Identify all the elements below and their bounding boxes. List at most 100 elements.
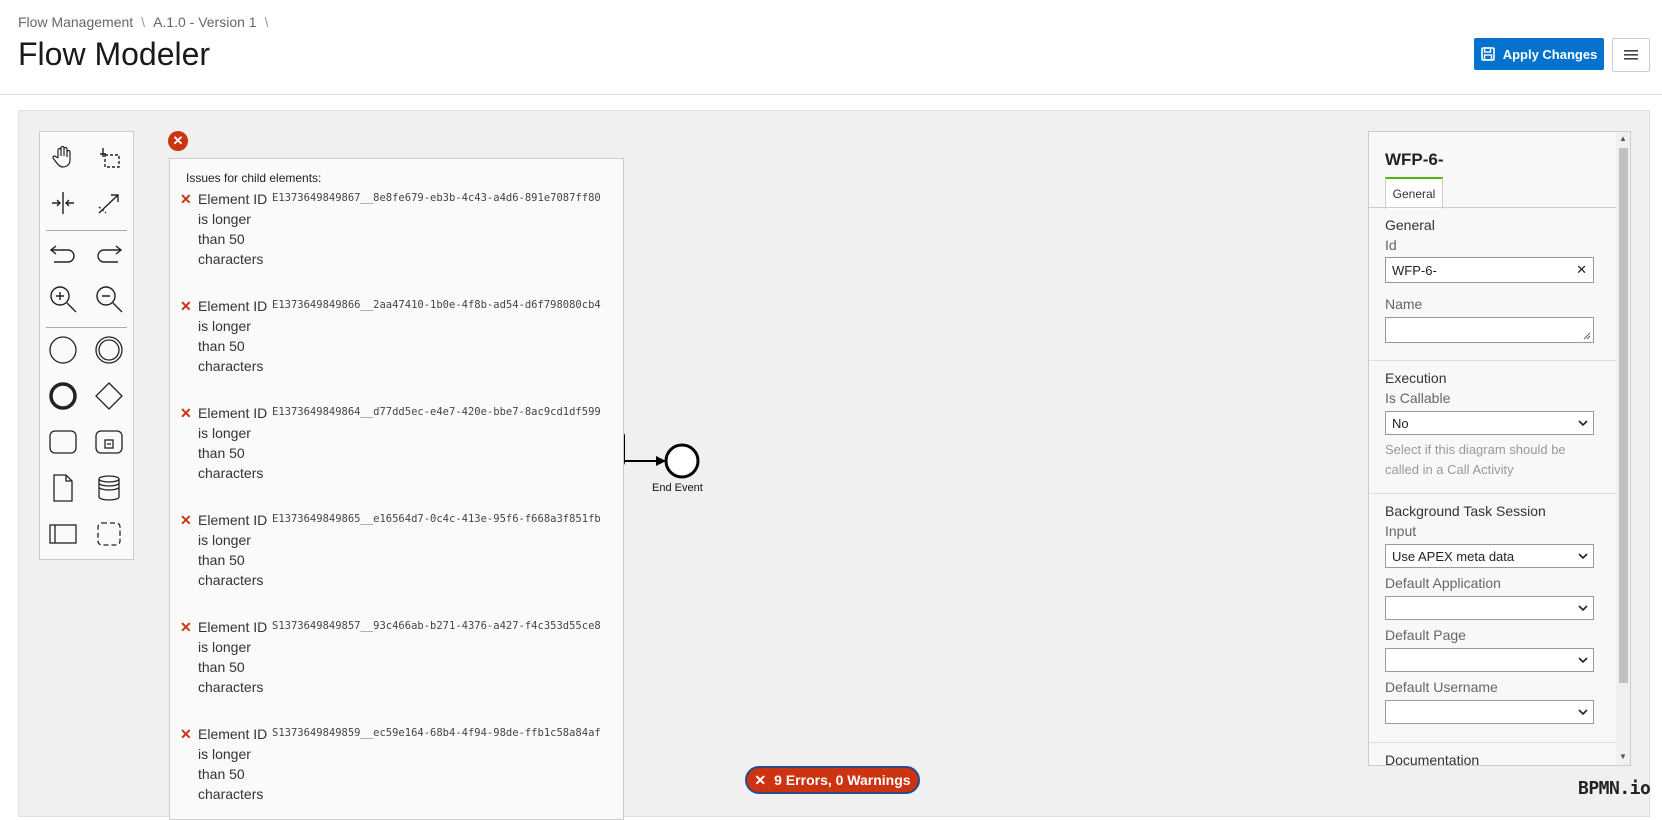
issue-item: ✕ Element ID is longer than 50 character… [180,724,620,819]
section-documentation-title: Documentation [1385,752,1480,766]
lasso-tool-icon[interactable] [92,140,126,174]
issues-heading: Issues for child elements: [186,171,322,185]
issue-element-id[interactable]: S1373649849857__93c466ab-b271-4376-a427-… [272,620,601,632]
issue-message: Element ID is longer than 50 characters [198,405,268,481]
is-callable-hint: Select if this diagram should be called … [1385,442,1566,477]
undo-icon[interactable] [46,236,80,270]
issue-item: ✕ Element ID is longer than 50 character… [180,296,620,403]
error-icon: ✕ [180,512,192,528]
issue-element-id[interactable]: S1373649849859__ec59e164-68b4-4f94-98de-… [272,727,601,739]
error-icon: ✕ [180,191,192,207]
error-marker-icon[interactable]: ✕ [168,131,188,151]
section-divider [1369,493,1616,494]
issue-message: Element ID is longer than 50 characters [198,619,268,695]
subprocess-icon[interactable] [92,425,126,459]
data-object-icon[interactable] [46,471,80,505]
pool-icon[interactable] [46,517,80,551]
hand-tool-icon[interactable] [46,140,80,174]
scrollbar-thumb[interactable] [1619,148,1628,683]
name-label: Name [1385,296,1423,312]
issues-panel: Issues for child elements: ✕ Element ID … [169,158,624,820]
apply-changes-label: Apply Changes [1502,46,1598,62]
chevron-down-icon [1578,657,1588,664]
input-select[interactable]: Use APEX meta data [1385,544,1594,568]
hamburger-icon [1624,50,1638,60]
breadcrumb-flow-management[interactable]: Flow Management [18,14,133,30]
issue-message: Element ID is longer than 50 characters [198,512,268,588]
zoom-out-icon[interactable] [92,282,126,316]
breadcrumb-separator: \ [264,14,269,30]
issue-element-id[interactable]: E1373649849864__d77dd5ec-e4e7-420e-bbe7-… [272,406,601,418]
issue-element-id[interactable]: E1373649849867__8e8fe679-eb3b-4c43-a4d6-… [272,192,601,204]
error-icon: ✕ [180,405,192,421]
tab-general[interactable]: General [1385,177,1443,209]
error-icon: ✕ [754,771,767,788]
space-tool-icon[interactable] [46,186,80,220]
default-page-select[interactable] [1385,648,1594,672]
actions-menu-button[interactable] [1612,38,1650,72]
section-execution-title: Execution [1385,370,1447,386]
issue-element-id[interactable]: E1373649849866__2aa47410-1b0e-4f8b-ad54-… [272,299,601,311]
chevron-down-icon [1578,420,1588,427]
chevron-down-icon [1578,709,1588,716]
input-label: Input [1385,523,1417,539]
breadcrumb-separator: \ [141,14,146,30]
redo-icon[interactable] [92,236,126,270]
apply-changes-button[interactable]: Apply Changes [1474,38,1604,70]
tab-underline [1369,207,1616,208]
default-application-select[interactable] [1385,596,1594,620]
properties-panel: WFP-6- General General Id WFP-6- ✕ Name … [1368,131,1631,766]
save-icon [1480,47,1495,61]
is-callable-label: Is Callable [1385,390,1451,406]
section-divider [1369,742,1616,743]
issue-element-id[interactable]: E1373649849865__e16564d7-0c4c-413e-95f6-… [272,513,601,525]
page-header: Flow Management \ A.1.0 - Version 1 \ Flow … [0,0,1662,95]
issue-item: ✕ Element ID is longer than 50 character… [180,403,620,510]
gateway-icon[interactable] [92,379,126,413]
page-title: Flow Modeler [18,36,211,72]
input-value: Use APEX meta data [1392,548,1515,564]
zoom-in-icon[interactable] [46,282,80,316]
breadcrumb-version[interactable]: A.1.0 - Version 1 [153,14,257,30]
issue-item: ✕ Element ID is longer than 50 character… [180,189,620,296]
breadcrumb: Flow Management \ A.1.0 - Version 1 \ [18,14,276,30]
id-label: Id [1385,237,1397,253]
validation-status-button[interactable]: ✕ 9 Errors, 0 Warnings [745,766,920,794]
default-username-label: Default Username [1385,679,1498,695]
resize-handle-icon[interactable] [1583,332,1591,340]
issue-message: Element ID is longer than 50 characters [198,298,268,374]
error-icon: ✕ [180,619,192,635]
name-field[interactable] [1385,317,1594,343]
global-connect-tool-icon[interactable] [92,186,126,220]
end-event-label: End Event [652,482,703,494]
start-event-icon[interactable] [46,333,80,367]
is-callable-select[interactable]: No [1385,411,1594,435]
properties-title: WFP-6- [1385,150,1444,169]
id-field[interactable]: WFP-6- ✕ [1385,257,1594,283]
issue-item: ✕ Element ID is longer than 50 character… [180,617,620,724]
clear-icon[interactable]: ✕ [1576,262,1587,278]
task-icon[interactable] [46,425,80,459]
properties-scrollbar[interactable]: ▲ ▼ [1616,132,1630,765]
scroll-up-icon[interactable]: ▲ [1619,134,1627,143]
section-divider [1369,360,1616,361]
group-icon[interactable] [92,517,126,551]
issue-message: Element ID is longer than 50 characters [198,191,268,267]
end-event[interactable] [664,443,700,479]
scroll-down-icon[interactable]: ▼ [1619,752,1627,761]
bpmn-io-logo[interactable]: BPMN.io [1578,778,1651,799]
default-application-label: Default Application [1385,575,1501,591]
issue-item: ✕ Element ID is longer than 50 character… [180,510,620,617]
section-general-title: General [1385,217,1435,233]
id-value: WFP-6- [1392,262,1437,278]
data-store-icon[interactable] [92,471,126,505]
is-callable-value: No [1392,415,1409,431]
tool-palette [39,131,134,560]
intermediate-event-icon[interactable] [92,333,126,367]
default-page-label: Default Page [1385,627,1466,643]
palette-divider [46,230,127,231]
issue-message: Element ID is longer than 50 characters [198,726,268,802]
chevron-down-icon [1578,553,1588,560]
end-event-icon[interactable] [46,379,80,413]
default-username-select[interactable] [1385,700,1594,724]
